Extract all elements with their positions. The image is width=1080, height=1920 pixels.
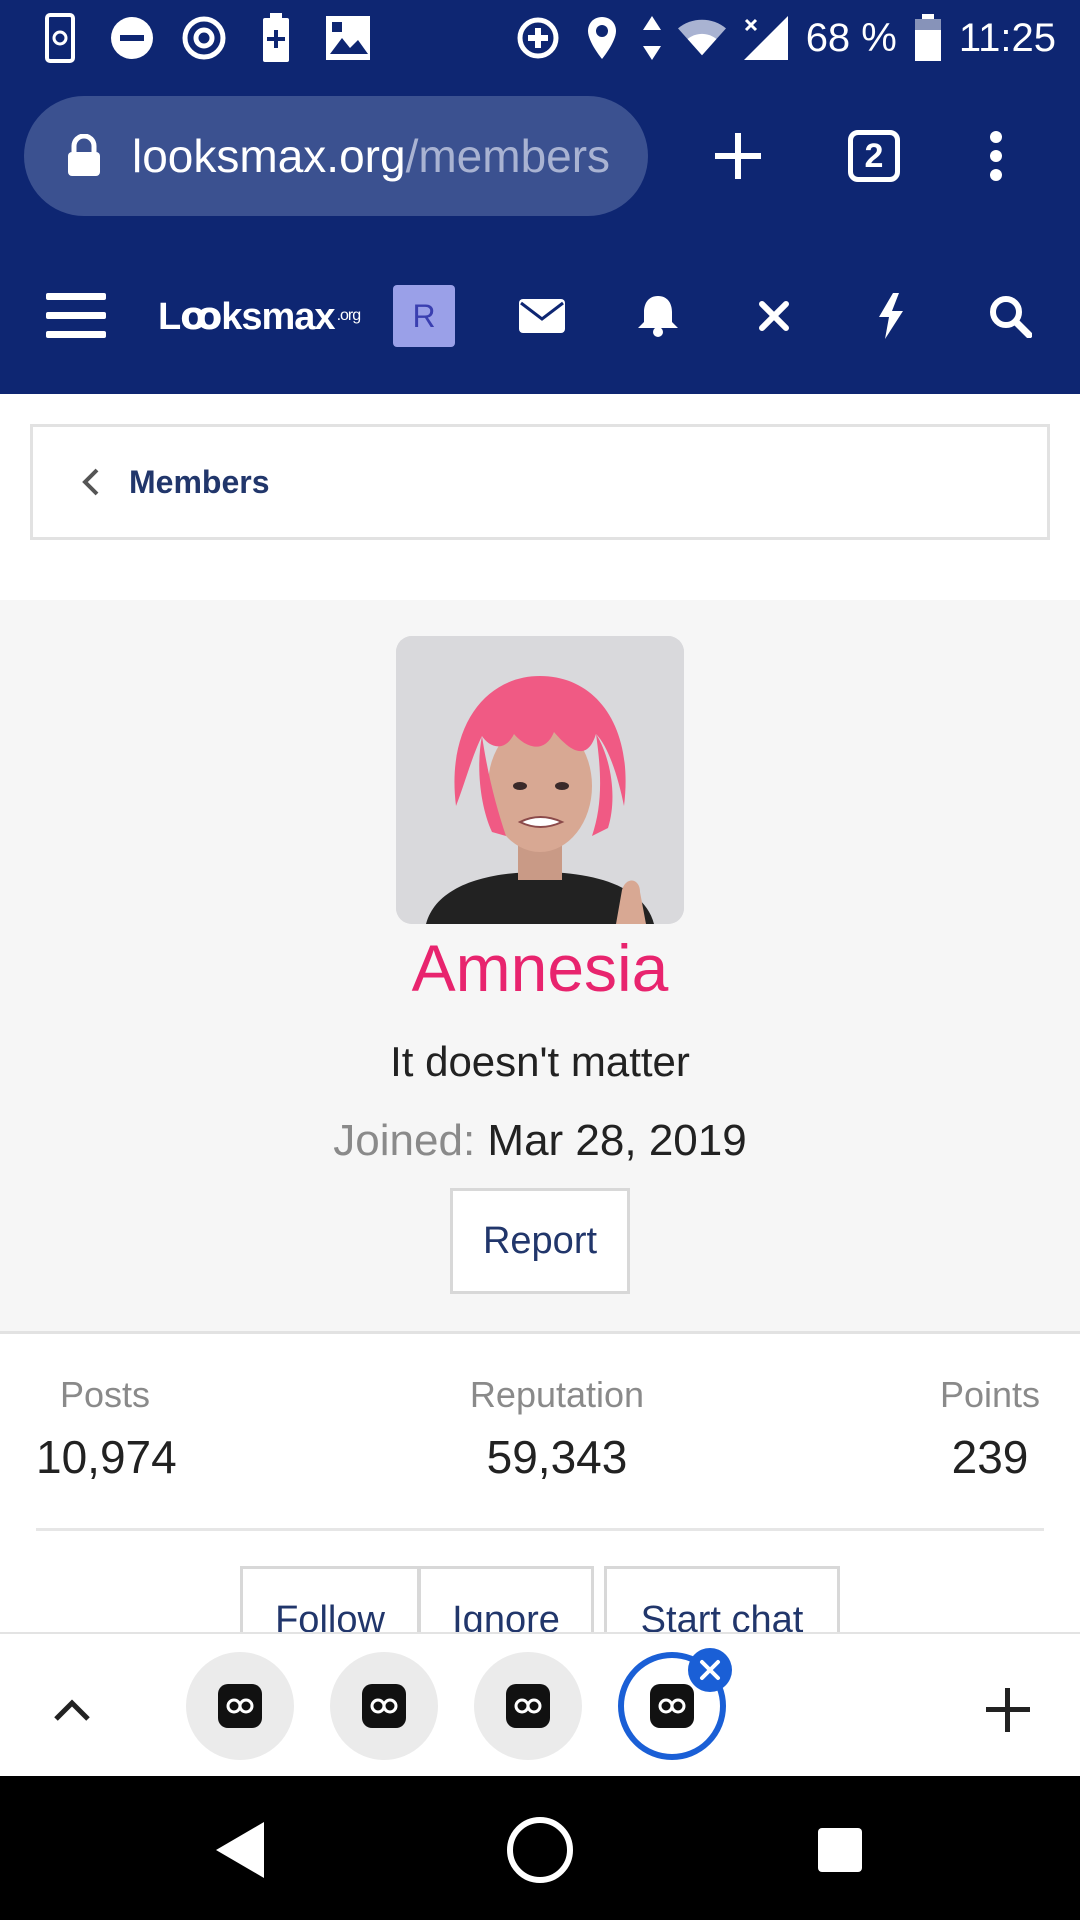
menu-button[interactable]: [44, 276, 108, 356]
stat-posts-value: 10,974: [36, 1431, 177, 1483]
whats-new-button[interactable]: [858, 276, 922, 356]
account-button[interactable]: R: [392, 276, 456, 356]
tab-count: 2: [848, 130, 900, 182]
stat-reputation-label: Reputation: [469, 1374, 645, 1415]
joined-date: Mar 28, 2019: [487, 1116, 747, 1165]
expand-tabs-button[interactable]: [32, 1670, 112, 1750]
clock: 11:25: [958, 15, 1056, 60]
lock-icon: [68, 134, 100, 176]
chevron-up-icon: [54, 1699, 90, 1721]
wifi-icon: [677, 12, 726, 64]
back-button[interactable]: [200, 1810, 280, 1890]
stat-reputation-value: 59,343: [486, 1431, 628, 1483]
member-stats: Posts 10,974 Reputation 59,343 Points 23…: [0, 1334, 1080, 1531]
location-icon: [578, 12, 626, 64]
battery-icon: [913, 12, 943, 64]
add-tab-button[interactable]: [968, 1670, 1048, 1750]
status-icons-right: 68 % 11:25: [514, 8, 1056, 68]
breadcrumb[interactable]: Members: [30, 424, 1050, 540]
data-saver-icon: [180, 12, 228, 64]
data-saver-plus-icon: [514, 12, 562, 64]
profile-header: Amnesia It doesn't matter Joined: Mar 28…: [0, 600, 1080, 1334]
site-favicon-icon: [506, 1684, 550, 1728]
alerts-button[interactable]: [626, 276, 690, 356]
inbox-button[interactable]: [510, 276, 574, 356]
url-text: looksmax.org/members: [132, 129, 610, 183]
profile-avatar[interactable]: [396, 636, 684, 924]
joined-line: Joined: Mar 28, 2019: [0, 1116, 1080, 1166]
image-icon: [324, 12, 372, 64]
logo-suffix: .org: [336, 307, 362, 324]
site-favicon-icon: [362, 1684, 406, 1728]
hamburger-icon: [46, 293, 106, 338]
tab-thumb-1[interactable]: [186, 1652, 294, 1760]
plus-icon: [986, 1688, 1030, 1732]
tab-thumb-2[interactable]: [330, 1652, 438, 1760]
search-button[interactable]: [978, 276, 1042, 356]
cell-signal-icon: [742, 12, 790, 64]
stats-divider: [36, 1528, 1044, 1531]
username[interactable]: Amnesia: [0, 930, 1080, 1006]
bolt-icon: [879, 293, 903, 339]
site-header: Lꝏksmax .org R: [0, 236, 1080, 394]
url-host: looksmax.org: [132, 130, 406, 182]
screen-rotate-icon: [36, 12, 84, 64]
recents-button[interactable]: [800, 1810, 880, 1890]
site-favicon-icon: [218, 1684, 262, 1728]
overflow-menu-button[interactable]: [946, 106, 1046, 206]
tab-strip: [0, 1632, 1080, 1776]
breadcrumb-label: Members: [129, 463, 270, 500]
tab-switcher-button[interactable]: 2: [824, 106, 924, 206]
joined-label: Joined:: [333, 1116, 476, 1165]
logo-text: Lꝏksmax: [158, 295, 336, 338]
plus-icon: [715, 133, 761, 179]
stat-points[interactable]: Points 239: [930, 1374, 1050, 1484]
user-avatar: R: [393, 285, 455, 347]
more-vert-icon: [990, 131, 1002, 181]
home-circle-icon: [507, 1817, 573, 1883]
system-nav-bar: [0, 1776, 1080, 1920]
bell-icon: [638, 296, 678, 337]
close-icon: [700, 1660, 720, 1680]
do-not-disturb-icon: [108, 12, 156, 64]
status-bar: 68 % 11:25: [0, 0, 1080, 76]
status-icons-left: [36, 12, 372, 64]
custom-title: It doesn't matter: [390, 1038, 690, 1085]
stat-points-label: Points: [939, 1374, 1041, 1415]
search-icon: [990, 296, 1032, 338]
stat-points-value: 239: [951, 1431, 1029, 1483]
battery-saver-icon: [252, 12, 300, 64]
site-favicon-icon: [650, 1684, 694, 1728]
close-tab-button[interactable]: [688, 1648, 732, 1692]
x-button[interactable]: [742, 276, 806, 356]
browser-toolbar: looksmax.org/members 2: [0, 76, 1080, 236]
home-button[interactable]: [500, 1810, 580, 1890]
stat-posts-label: Posts: [60, 1374, 151, 1415]
new-tab-button[interactable]: [688, 106, 788, 206]
avatar-image: [396, 636, 684, 924]
recents-square-icon: [818, 1828, 862, 1872]
stat-posts[interactable]: Posts 10,974: [36, 1374, 177, 1484]
url-path: /members: [405, 130, 611, 182]
stat-reputation: Reputation 59,343: [464, 1374, 650, 1484]
tab-thumb-3[interactable]: [474, 1652, 582, 1760]
report-button[interactable]: Report: [450, 1188, 630, 1294]
back-triangle-icon: [216, 1822, 264, 1878]
battery-percent: 68 %: [805, 15, 897, 60]
site-logo[interactable]: Lꝏksmax .org: [158, 276, 368, 356]
envelope-icon: [519, 299, 565, 333]
data-arrows-icon: [642, 12, 662, 64]
chevron-left-icon: [82, 468, 99, 496]
address-bar[interactable]: looksmax.org/members: [24, 96, 648, 216]
screen: 68 % 11:25 looksmax.org/members 2 Lꝏksma…: [0, 0, 1080, 1920]
close-x-icon: [759, 301, 789, 331]
